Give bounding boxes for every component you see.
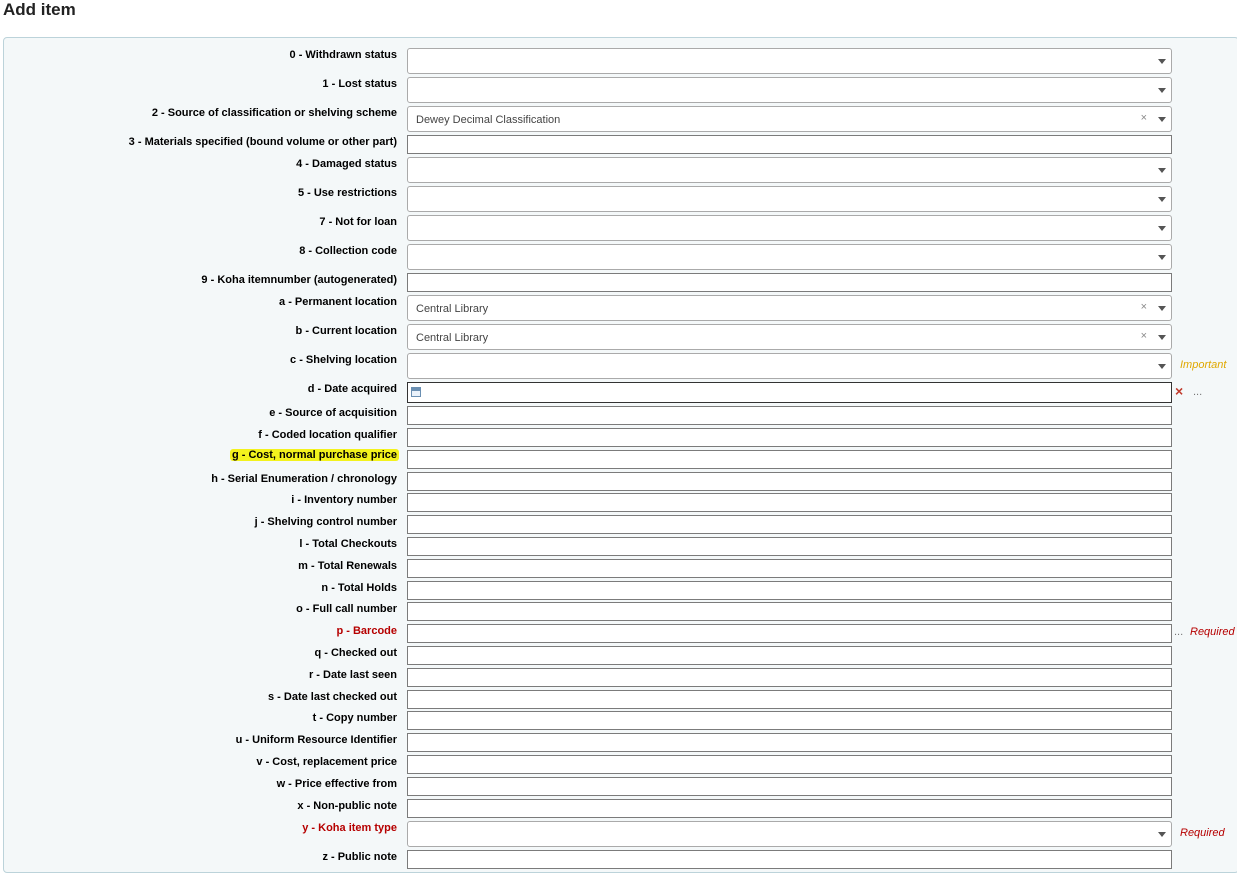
clear-date-icon[interactable]: ×	[1175, 383, 1183, 399]
chevron-down-icon	[1158, 832, 1166, 837]
date-acquired-input[interactable]	[407, 382, 1172, 403]
label-non-public-note: x - Non-public note	[297, 800, 397, 812]
chevron-down-icon	[1158, 306, 1166, 311]
coded-location-qualifier-input[interactable]	[407, 428, 1172, 447]
label-date-last-seen: r - Date last seen	[308, 669, 397, 681]
label-lost-status: 1 - Lost status	[322, 78, 397, 90]
classification-source-value: Dewey Decimal Classification	[416, 114, 561, 126]
barcode-more-dots[interactable]: ...	[1174, 626, 1183, 638]
label-shelving-location: c - Shelving location	[290, 354, 397, 366]
koha-item-type-select[interactable]	[407, 821, 1172, 847]
calendar-icon[interactable]	[411, 387, 421, 397]
page-title: Add item	[3, 0, 76, 19]
important-note: Important	[1180, 359, 1227, 371]
label-classification-source: 2 - Source of classification or shelving…	[151, 107, 397, 119]
label-withdrawn-status: 0 - Withdrawn status	[289, 49, 397, 61]
public-note-input[interactable]	[407, 850, 1172, 869]
label-materials-specified: 3 - Materials specified (bound volume or…	[128, 136, 397, 148]
chevron-down-icon	[1158, 197, 1166, 202]
label-inventory-number: i - Inventory number	[291, 494, 397, 506]
label-damaged-status: 4 - Damaged status	[296, 158, 397, 170]
label-koha-item-type: y - Koha item type	[302, 822, 397, 834]
current-location-select[interactable]: Central Library ×	[407, 324, 1172, 350]
label-current-location: b - Current location	[295, 325, 397, 337]
label-total-renewals: m - Total Renewals	[298, 560, 397, 572]
label-total-holds: n - Total Holds	[321, 582, 397, 594]
serial-enumeration-input[interactable]	[407, 472, 1172, 491]
label-serial-enumeration: h - Serial Enumeration / chronology	[211, 473, 397, 485]
permanent-location-value: Central Library	[416, 303, 489, 315]
label-total-checkouts: l - Total Checkouts	[299, 538, 397, 550]
shelving-location-select[interactable]	[407, 353, 1172, 379]
copy-number-input[interactable]	[407, 711, 1172, 730]
clear-icon[interactable]: ×	[1141, 301, 1147, 313]
label-public-note: z - Public note	[322, 851, 397, 863]
required-note: Required	[1180, 827, 1225, 839]
label-uri: u - Uniform Resource Identifier	[235, 734, 397, 746]
total-holds-input[interactable]	[407, 581, 1172, 600]
barcode-input[interactable]	[407, 624, 1172, 643]
label-replacement-price: v - Cost, replacement price	[256, 756, 397, 768]
cost-purchase-price-input[interactable]	[407, 450, 1172, 469]
chevron-down-icon	[1158, 88, 1166, 93]
permanent-location-select[interactable]: Central Library ×	[407, 295, 1172, 321]
chevron-down-icon	[1158, 364, 1166, 369]
label-use-restrictions: 5 - Use restrictions	[297, 187, 397, 199]
label-source-of-acquisition: e - Source of acquisition	[269, 407, 397, 419]
chevron-down-icon	[1158, 226, 1166, 231]
inventory-number-input[interactable]	[407, 493, 1172, 512]
date-last-seen-input[interactable]	[407, 668, 1172, 687]
label-koha-itemnumber: 9 - Koha itemnumber (autogenerated)	[201, 274, 397, 286]
label-date-acquired: d - Date acquired	[307, 383, 397, 395]
classification-source-select[interactable]: Dewey Decimal Classification ×	[407, 106, 1172, 132]
full-call-number-input[interactable]	[407, 602, 1172, 621]
koha-itemnumber-input[interactable]	[407, 273, 1172, 292]
materials-specified-input[interactable]	[407, 135, 1172, 154]
label-full-call-number: o - Full call number	[296, 603, 397, 615]
label-permanent-location: a - Permanent location	[279, 296, 397, 308]
chevron-down-icon	[1158, 168, 1166, 173]
label-cost-purchase-price: g - Cost, normal purchase price	[229, 449, 399, 461]
chevron-down-icon	[1158, 117, 1166, 122]
label-shelving-control-number: j - Shelving control number	[254, 516, 397, 528]
price-effective-from-input[interactable]	[407, 777, 1172, 796]
replacement-price-input[interactable]	[407, 755, 1172, 774]
total-renewals-input[interactable]	[407, 559, 1172, 578]
checked-out-input[interactable]	[407, 646, 1172, 665]
label-coded-location-qualifier: f - Coded location qualifier	[258, 429, 397, 441]
clear-icon[interactable]: ×	[1141, 112, 1147, 124]
lost-status-select[interactable]	[407, 77, 1172, 103]
use-restrictions-select[interactable]	[407, 186, 1172, 212]
total-checkouts-input[interactable]	[407, 537, 1172, 556]
clear-icon[interactable]: ×	[1141, 330, 1147, 342]
label-collection-code: 8 - Collection code	[299, 245, 397, 257]
label-not-for-loan: 7 - Not for loan	[319, 216, 397, 228]
collection-code-select[interactable]	[407, 244, 1172, 270]
damaged-status-select[interactable]	[407, 157, 1172, 183]
chevron-down-icon	[1158, 59, 1166, 64]
label-checked-out: q - Checked out	[314, 647, 397, 659]
label-copy-number: t - Copy number	[312, 712, 397, 724]
not-for-loan-select[interactable]	[407, 215, 1172, 241]
more-options-dots[interactable]: ...	[1193, 386, 1202, 398]
label-barcode: p - Barcode	[336, 625, 397, 637]
source-of-acquisition-input[interactable]	[407, 406, 1172, 425]
non-public-note-input[interactable]	[407, 799, 1172, 818]
chevron-down-icon	[1158, 335, 1166, 340]
withdrawn-status-select[interactable]	[407, 48, 1172, 74]
label-date-last-checked-out: s - Date last checked out	[268, 691, 397, 703]
required-note: Required	[1190, 626, 1235, 638]
uri-input[interactable]	[407, 733, 1172, 752]
current-location-value: Central Library	[416, 332, 489, 344]
chevron-down-icon	[1158, 255, 1166, 260]
label-price-effective-from: w - Price effective from	[276, 778, 397, 790]
shelving-control-number-input[interactable]	[407, 515, 1172, 534]
date-last-checked-out-input[interactable]	[407, 690, 1172, 709]
